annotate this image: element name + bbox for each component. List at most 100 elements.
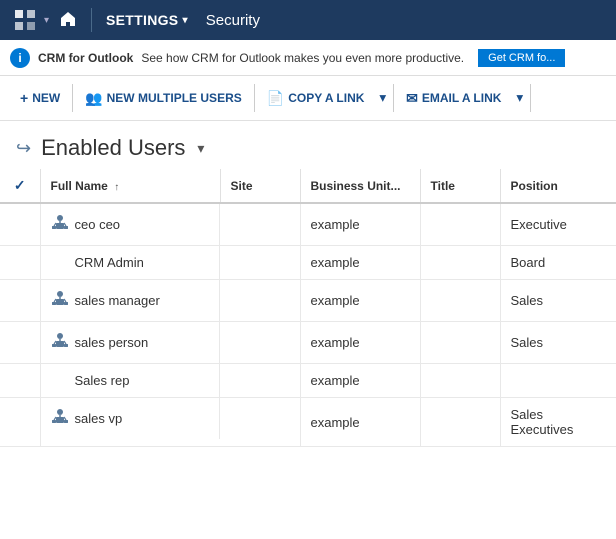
logo-chevron[interactable]: ▾	[42, 15, 51, 26]
toolbar-divider-3	[393, 84, 394, 112]
table-row[interactable]: sales manager example Sales	[0, 280, 616, 322]
fullname-text: sales manager	[75, 293, 160, 308]
row-title	[420, 246, 500, 280]
fullname-text: sales vp	[75, 411, 123, 426]
row-check[interactable]	[0, 322, 40, 364]
toolbar-divider-4	[530, 84, 531, 112]
toolbar: + NEW 👥 NEW MULTIPLE USERS 📄 COPY A LINK…	[0, 76, 616, 121]
row-fullname: CRM Admin	[41, 246, 221, 279]
title-chevron[interactable]: ▾	[197, 140, 204, 157]
row-position: Board	[500, 246, 616, 280]
user-hierarchy-icon	[51, 331, 69, 354]
row-check[interactable]	[0, 280, 40, 322]
row-site	[220, 398, 300, 447]
row-fullname: sales vp	[41, 398, 221, 439]
col-check[interactable]: ✓	[0, 169, 40, 203]
check-header-icon: ✓	[14, 177, 26, 193]
settings-chevron: ▾	[182, 15, 187, 26]
row-position: Sales Executives	[500, 398, 616, 447]
email-link-button[interactable]: ✉ EMAIL A LINK	[396, 85, 511, 112]
email-label: EMAIL A LINK	[422, 91, 502, 105]
row-check[interactable]	[0, 203, 40, 246]
page-header: ↪ Enabled Users ▾	[0, 121, 616, 169]
col-fullname[interactable]: Full Name ↑	[40, 169, 220, 203]
page-nav-title: Security	[196, 12, 270, 29]
table-row[interactable]: ceo ceo example Executive	[0, 203, 616, 246]
new-multiple-button[interactable]: 👥 NEW MULTIPLE USERS	[75, 85, 252, 112]
toolbar-divider-2	[254, 84, 255, 112]
col-site[interactable]: Site	[220, 169, 300, 203]
users-table: ✓ Full Name ↑ Site Business Unit... Titl…	[0, 169, 616, 447]
row-business-unit: example	[300, 364, 420, 398]
users-icon: 👥	[85, 90, 102, 107]
col-position[interactable]: Position	[500, 169, 616, 203]
row-title	[420, 364, 500, 398]
row-business-unit: example	[300, 280, 420, 322]
sort-asc-icon: ↑	[114, 182, 119, 193]
row-position: Executive	[500, 203, 616, 246]
page-title: Enabled Users	[41, 135, 185, 161]
users-table-container: ✓ Full Name ↑ Site Business Unit... Titl…	[0, 169, 616, 447]
row-position: Sales	[500, 322, 616, 364]
row-site	[220, 246, 300, 280]
user-hierarchy-icon	[51, 407, 69, 430]
copy-label: COPY A LINK	[288, 91, 364, 105]
new-button[interactable]: + NEW	[10, 85, 70, 111]
row-fullname: ceo ceo	[41, 204, 221, 245]
email-link-group: ✉ EMAIL A LINK ▾	[396, 85, 528, 112]
user-hierarchy-icon	[51, 213, 69, 236]
plus-icon: +	[20, 90, 28, 106]
email-link-dropdown[interactable]: ▾	[511, 85, 528, 112]
banner-product-name: CRM for Outlook	[38, 51, 133, 65]
user-hierarchy-icon	[51, 289, 69, 312]
fullname-text: ceo ceo	[75, 217, 121, 232]
table-row[interactable]: sales person example Sales	[0, 322, 616, 364]
row-fullname: sales person	[41, 322, 221, 363]
copy-icon: 📄	[267, 90, 284, 107]
row-position	[500, 364, 616, 398]
banner-message: See how CRM for Outlook makes you even m…	[141, 51, 464, 65]
row-fullname: Sales rep	[41, 364, 221, 397]
row-position: Sales	[500, 280, 616, 322]
new-label: NEW	[32, 91, 60, 105]
row-business-unit: example	[300, 246, 420, 280]
row-site	[220, 203, 300, 246]
table-row[interactable]: sales vp example Sales Executives	[0, 398, 616, 447]
table-row[interactable]: Sales rep example	[0, 364, 616, 398]
row-site	[220, 322, 300, 364]
row-check[interactable]	[0, 246, 40, 280]
row-check[interactable]	[0, 398, 40, 447]
row-business-unit: example	[300, 322, 420, 364]
row-title	[420, 398, 500, 447]
email-icon: ✉	[406, 90, 418, 107]
fullname-text: CRM Admin	[75, 255, 144, 270]
row-check[interactable]	[0, 364, 40, 398]
settings-nav[interactable]: SETTINGS ▾	[98, 12, 196, 28]
nav-divider	[91, 8, 92, 32]
copy-link-button[interactable]: 📄 COPY A LINK	[257, 85, 375, 112]
pin-icon: ↪	[16, 138, 31, 159]
get-crm-button[interactable]: Get CRM fo...	[478, 49, 565, 67]
new-multiple-label: NEW MULTIPLE USERS	[107, 91, 242, 105]
row-title	[420, 322, 500, 364]
copy-link-group: 📄 COPY A LINK ▾	[257, 85, 391, 112]
crm-banner: i CRM for Outlook See how CRM for Outloo…	[0, 40, 616, 76]
row-site	[220, 280, 300, 322]
row-title	[420, 280, 500, 322]
logo[interactable]	[8, 9, 42, 31]
copy-link-dropdown[interactable]: ▾	[374, 85, 391, 112]
row-site	[220, 364, 300, 398]
toolbar-divider-1	[72, 84, 73, 112]
col-business-unit[interactable]: Business Unit...	[300, 169, 420, 203]
row-title	[420, 203, 500, 246]
top-navigation: ▾ SETTINGS ▾ Security	[0, 0, 616, 40]
col-title[interactable]: Title	[420, 169, 500, 203]
row-business-unit: example	[300, 203, 420, 246]
row-fullname: sales manager	[41, 280, 221, 321]
settings-label: SETTINGS	[106, 12, 178, 28]
row-business-unit: example	[300, 398, 420, 447]
fullname-text: Sales rep	[75, 373, 130, 388]
table-row[interactable]: CRM Admin example Board	[0, 246, 616, 280]
fullname-text: sales person	[75, 335, 149, 350]
home-button[interactable]	[51, 10, 85, 31]
